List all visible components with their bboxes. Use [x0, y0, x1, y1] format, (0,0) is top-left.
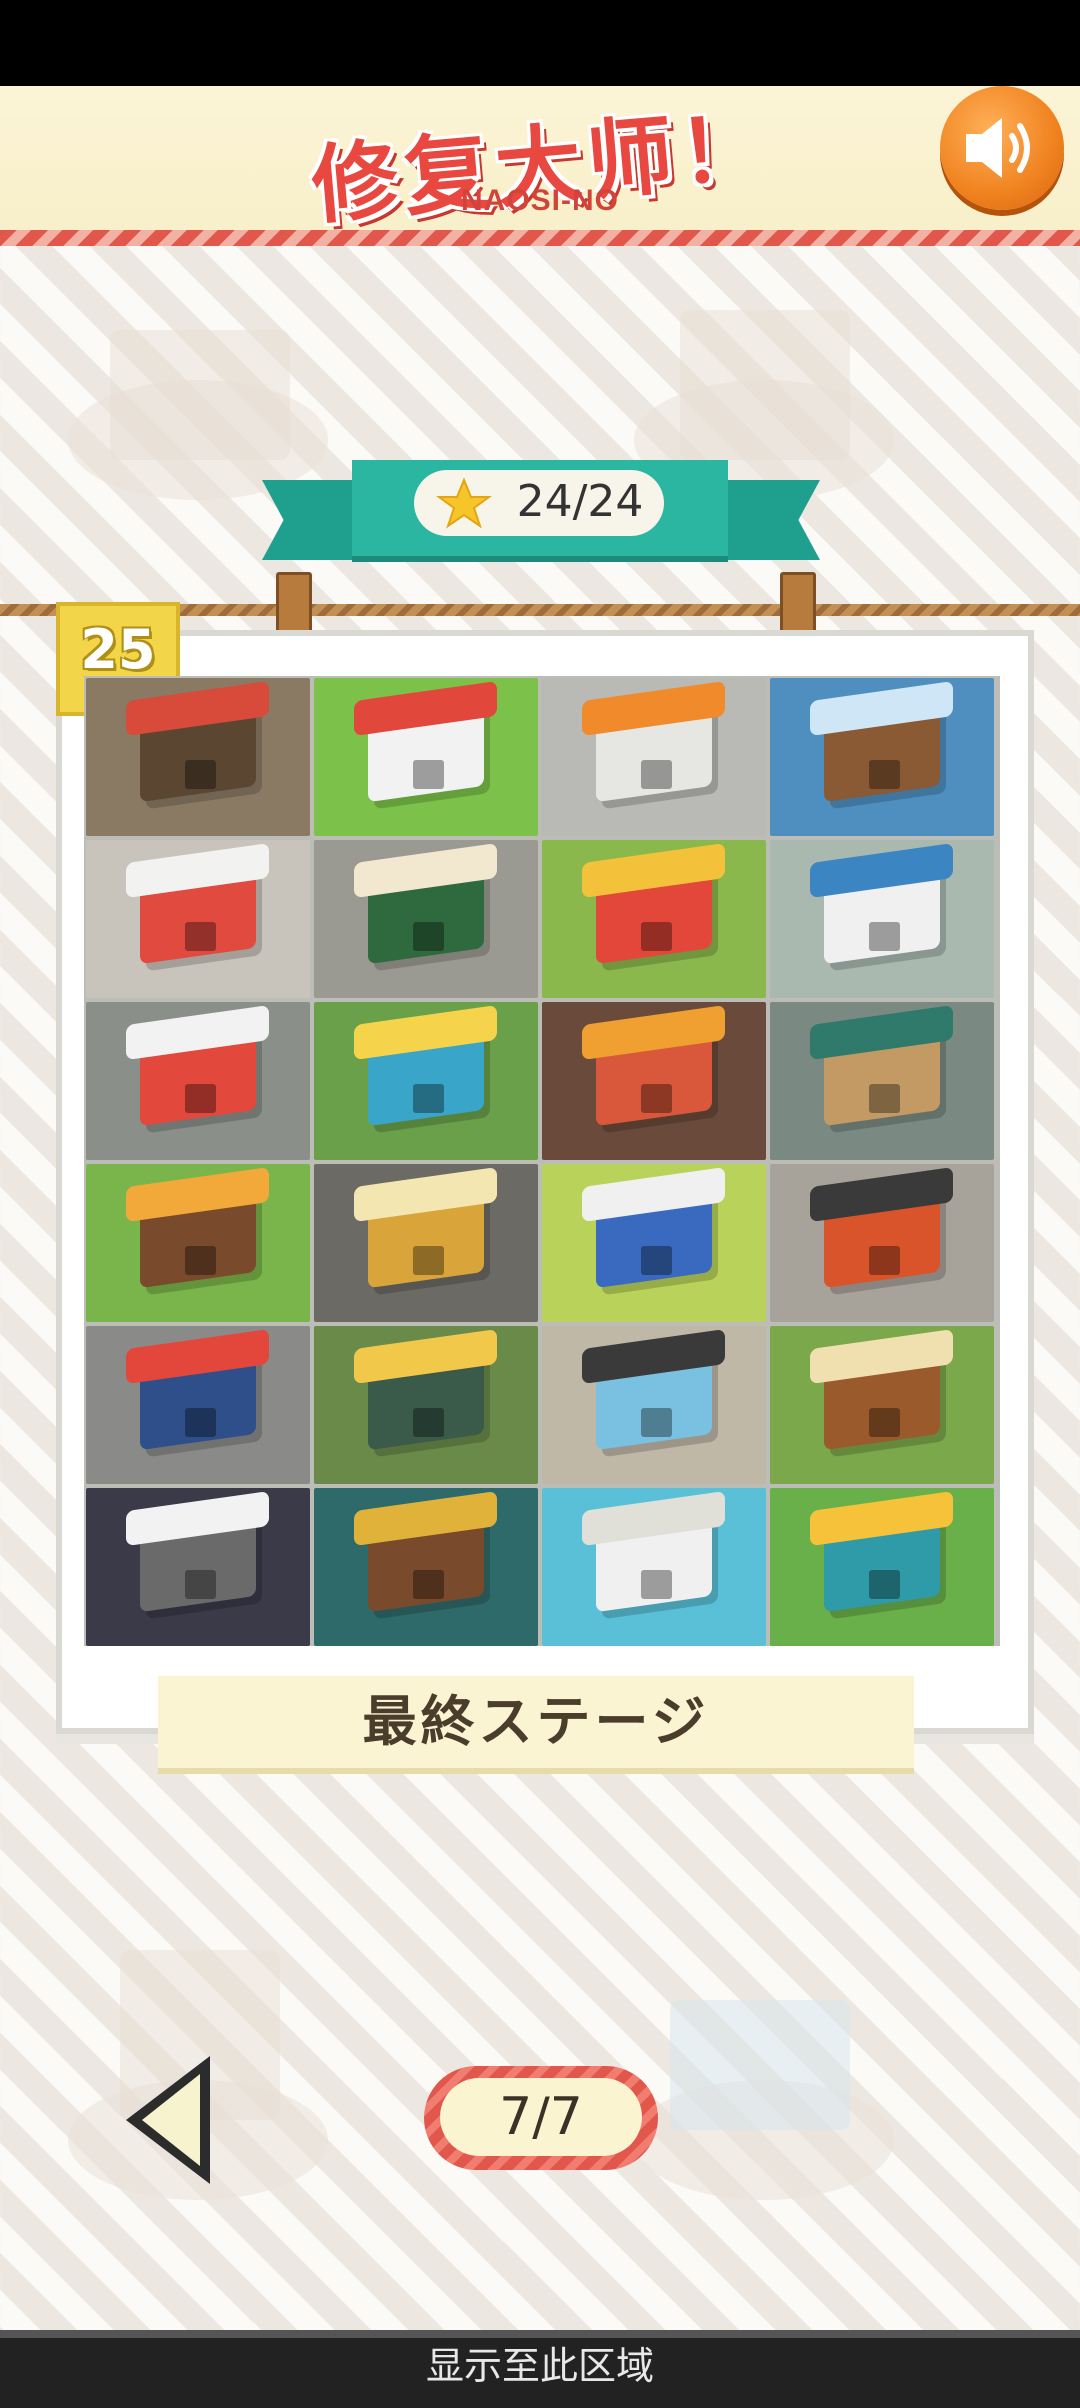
building-door: [868, 1084, 900, 1113]
building-door: [868, 1246, 900, 1275]
level-tile[interactable]: [770, 1164, 994, 1322]
level-tile[interactable]: [86, 1164, 310, 1322]
level-tile[interactable]: [86, 1326, 310, 1484]
building-door: [184, 1246, 216, 1275]
level-tile[interactable]: [314, 678, 538, 836]
header-stripe: [0, 230, 1080, 246]
page-number: 7/7: [499, 2087, 583, 2147]
level-tile[interactable]: [770, 678, 994, 836]
building-door: [640, 760, 672, 789]
building-door: [868, 922, 900, 951]
building-door: [640, 1408, 672, 1437]
star-count: 24/24: [516, 476, 644, 527]
level-tile[interactable]: [542, 1002, 766, 1160]
level-grid[interactable]: [84, 676, 1000, 1646]
sound-button[interactable]: [940, 86, 1064, 210]
game-subtitle: NAOSI-NO: [461, 184, 619, 217]
level-tile[interactable]: [542, 1326, 766, 1484]
triangle-left-icon: [126, 2056, 210, 2184]
level-tile[interactable]: [542, 1488, 766, 1646]
building-door: [868, 1570, 900, 1599]
stage-label: 最終ステージ: [362, 1690, 710, 1753]
building-door: [412, 1408, 444, 1437]
building-door: [412, 760, 444, 789]
ghost-shop-decoration: [680, 310, 850, 460]
level-tile[interactable]: [770, 1488, 994, 1646]
level-tile[interactable]: [542, 678, 766, 836]
display-area-notice: 显示至此区域: [425, 2344, 654, 2388]
building-door: [868, 760, 900, 789]
level-tile[interactable]: [542, 1164, 766, 1322]
level-tile[interactable]: [314, 840, 538, 998]
level-tile[interactable]: [86, 1002, 310, 1160]
speaker-volume-icon: [966, 118, 1030, 178]
status-bar: [0, 0, 1080, 86]
building-door: [640, 922, 672, 951]
level-tile[interactable]: [86, 1488, 310, 1646]
ghost-shop-decoration: [110, 330, 290, 460]
building-door: [868, 1408, 900, 1437]
building-door: [184, 760, 216, 789]
building-door: [412, 922, 444, 951]
level-tile[interactable]: [314, 1164, 538, 1322]
stage-number: 25: [80, 618, 156, 681]
building-door: [412, 1246, 444, 1275]
building-door: [412, 1570, 444, 1599]
level-tile[interactable]: [770, 1326, 994, 1484]
level-tile[interactable]: [86, 678, 310, 836]
ghost-house-decoration: [670, 2000, 850, 2130]
level-tile[interactable]: [314, 1002, 538, 1160]
star-icon: [436, 477, 492, 529]
building-door: [640, 1084, 672, 1113]
level-tile[interactable]: [314, 1326, 538, 1484]
level-tile[interactable]: [770, 840, 994, 998]
building-door: [640, 1570, 672, 1599]
level-tile[interactable]: [314, 1488, 538, 1646]
building-door: [412, 1084, 444, 1113]
level-tile[interactable]: [770, 1002, 994, 1160]
previous-page-button[interactable]: [118, 2050, 218, 2190]
building-door: [184, 1408, 216, 1437]
level-tile[interactable]: [542, 840, 766, 998]
level-tile[interactable]: [86, 840, 310, 998]
building-door: [184, 922, 216, 951]
building-door: [640, 1246, 672, 1275]
building-door: [184, 1084, 216, 1113]
building-door: [184, 1570, 216, 1599]
